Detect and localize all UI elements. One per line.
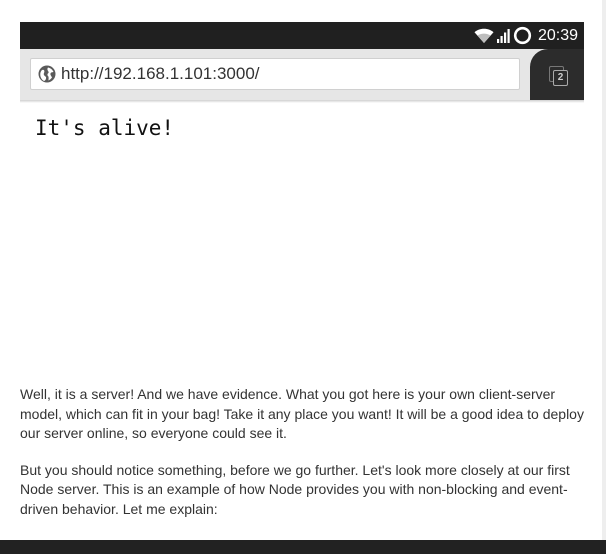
url-bar[interactable]: http://192.168.1.101:3000/ bbox=[30, 58, 520, 90]
tab-switcher-area: 2 bbox=[530, 49, 584, 100]
page-content: It's alive! bbox=[35, 116, 175, 140]
article-paragraph: Well, it is a server! And we have eviden… bbox=[20, 386, 584, 441]
url-text: http://192.168.1.101:3000/ bbox=[61, 64, 260, 83]
status-icons: 20:39 bbox=[474, 22, 578, 49]
status-bar: 20:39 bbox=[20, 22, 584, 49]
status-time: 20:39 bbox=[537, 27, 578, 44]
tab-count: 2 bbox=[553, 70, 568, 86]
sync-icon bbox=[513, 26, 532, 45]
tab-switcher-icon[interactable]: 2 bbox=[547, 64, 569, 86]
article-text: Well, it is a server! And we have eviden… bbox=[20, 385, 592, 536]
phone-screenshot: 20:39 http://192.168.1.101:3000/ 2 It's … bbox=[20, 22, 584, 361]
wifi-icon bbox=[474, 28, 494, 44]
toolbar-shadow bbox=[20, 100, 584, 103]
signal-icon bbox=[496, 28, 510, 44]
browser-toolbar: http://192.168.1.101:3000/ 2 bbox=[20, 49, 584, 100]
globe-icon bbox=[38, 65, 56, 83]
article-paragraph: But you should notice something, before … bbox=[20, 461, 570, 517]
page-edge bbox=[602, 0, 606, 554]
footer-bar bbox=[0, 540, 606, 554]
